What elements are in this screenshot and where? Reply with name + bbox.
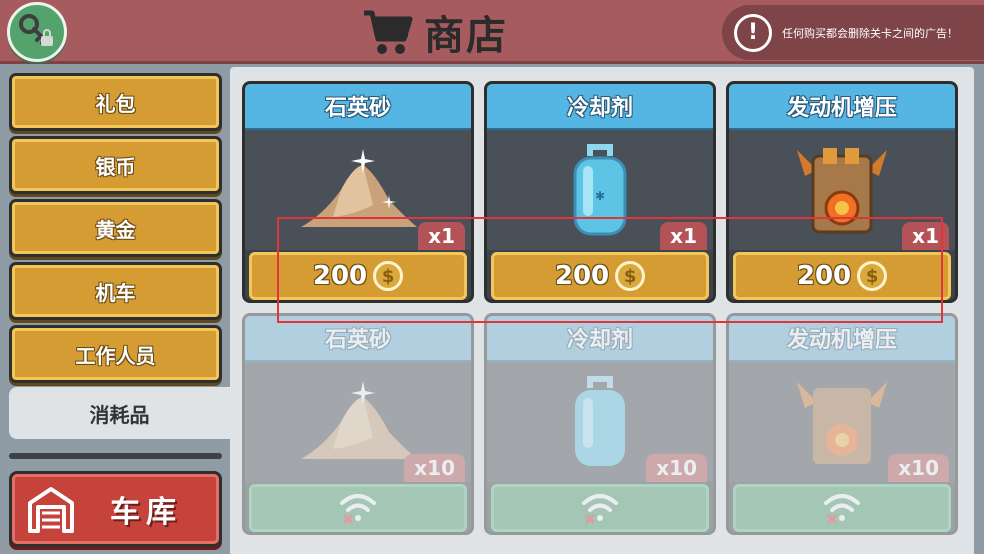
no-wifi-icon bbox=[824, 494, 860, 525]
offline-button[interactable] bbox=[733, 484, 951, 532]
product-card-engine-boost-bulk: 发动机增压 x10 bbox=[726, 313, 958, 535]
sidebar-divider bbox=[9, 453, 222, 459]
product-card-coolant-bulk: 冷却剂 x10 bbox=[484, 313, 716, 535]
garage-label: 车库 bbox=[110, 495, 182, 530]
offline-button[interactable] bbox=[249, 484, 467, 532]
engine-boost-icon bbox=[797, 382, 887, 464]
exclamation-icon: ! bbox=[734, 13, 772, 52]
product-title: 发动机增压 bbox=[729, 84, 955, 130]
sidebar-item-silver[interactable]: 银币 bbox=[9, 136, 222, 194]
title-group: 商店 bbox=[362, 4, 508, 60]
notice-text: 任何购买都会删除关卡之间的广告！ bbox=[782, 26, 958, 40]
coolant-tank-icon bbox=[575, 376, 625, 466]
no-wifi-icon bbox=[340, 494, 376, 525]
sidebar-item-staff[interactable]: 工作人员 bbox=[9, 325, 222, 383]
product-card-quartz-sand-bulk: 石英砂 x10 bbox=[242, 313, 474, 535]
svg-text:✱: ✱ bbox=[595, 189, 605, 203]
product-title: 石英砂 bbox=[245, 84, 471, 130]
sidebar-item-gift-pack[interactable]: 礼包 bbox=[9, 73, 222, 131]
quantity-badge: x10 bbox=[888, 454, 949, 482]
no-wifi-icon bbox=[582, 494, 618, 525]
page-title: 商店 bbox=[424, 13, 508, 59]
header-bar: 商店 ! 任何购买都会删除关卡之间的广告！ bbox=[0, 0, 984, 64]
quantity-badge: x10 bbox=[646, 454, 707, 482]
sidebar-item-gold[interactable]: 黄金 bbox=[9, 199, 222, 257]
ad-notice-banner: ! 任何购买都会删除关卡之间的广告！ bbox=[722, 5, 984, 60]
product-title: 冷却剂 bbox=[487, 84, 713, 130]
garage-icon bbox=[28, 487, 74, 533]
sidebar-item-consumables[interactable]: 消耗品 bbox=[9, 387, 230, 439]
key-lock-button[interactable] bbox=[7, 2, 67, 62]
shop-screen: 商店 ! 任何购买都会删除关卡之间的广告！ 礼包 银币 黄金 机车 工作人员 消… bbox=[0, 0, 984, 554]
sidebar-item-locomotive[interactable]: 机车 bbox=[9, 262, 222, 320]
key-icon bbox=[19, 14, 53, 46]
offline-button[interactable] bbox=[491, 484, 709, 532]
garage-button[interactable]: 车库 bbox=[9, 471, 222, 547]
highlight-box bbox=[277, 217, 943, 323]
shopping-cart-icon bbox=[364, 10, 413, 54]
sand-pile-icon bbox=[301, 381, 417, 459]
quantity-badge: x10 bbox=[404, 454, 465, 482]
sidebar: 礼包 银币 黄金 机车 工作人员 消耗品 车库 bbox=[0, 67, 230, 554]
